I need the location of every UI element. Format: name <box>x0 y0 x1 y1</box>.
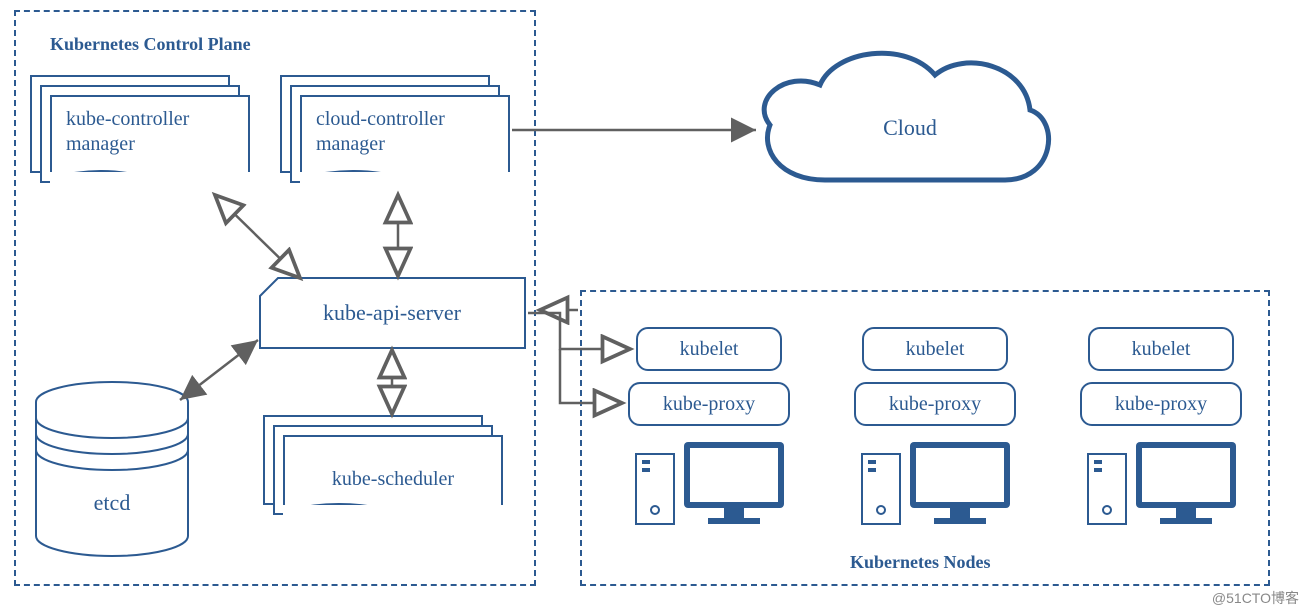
kube-controller-manager-box: kube-controllermanager <box>30 75 250 193</box>
kube-scheduler-box: kube-scheduler <box>263 415 503 525</box>
cloud-icon: Cloud <box>740 40 1060 210</box>
kube-api-server-box: kube-api-server <box>260 278 525 348</box>
control-plane-title: Kubernetes Control Plane <box>50 34 251 55</box>
kube-api-server-label: kube-api-server <box>323 300 462 325</box>
node3-kubelet-box: kubelet <box>1088 327 1234 371</box>
cloud-controller-manager-label: cloud-controllermanager <box>316 107 445 157</box>
node1-kubeproxy-box: kube-proxy <box>628 382 790 426</box>
node2-kubeproxy-box: kube-proxy <box>854 382 1016 426</box>
cloud-controller-manager-box: cloud-controllermanager <box>280 75 510 193</box>
watermark-text: @51CTO博客 <box>1212 588 1299 608</box>
etcd-label: etcd <box>94 490 131 515</box>
nodes-title: Kubernetes Nodes <box>850 552 991 573</box>
node1-kubelet-box: kubelet <box>636 327 782 371</box>
node1-computer-icon <box>630 432 790 532</box>
kube-controller-manager-label: kube-controllermanager <box>66 107 189 157</box>
node2-kubelet-box: kubelet <box>862 327 1008 371</box>
cloud-label: Cloud <box>883 115 937 140</box>
diagram-canvas: Kubernetes Control Plane Kubernetes Node… <box>0 0 1307 614</box>
node3-computer-icon <box>1082 432 1242 532</box>
kube-scheduler-label: kube-scheduler <box>332 467 454 492</box>
node2-computer-icon <box>856 432 1016 532</box>
etcd-cylinder: etcd <box>32 380 192 560</box>
node3-kubeproxy-box: kube-proxy <box>1080 382 1242 426</box>
